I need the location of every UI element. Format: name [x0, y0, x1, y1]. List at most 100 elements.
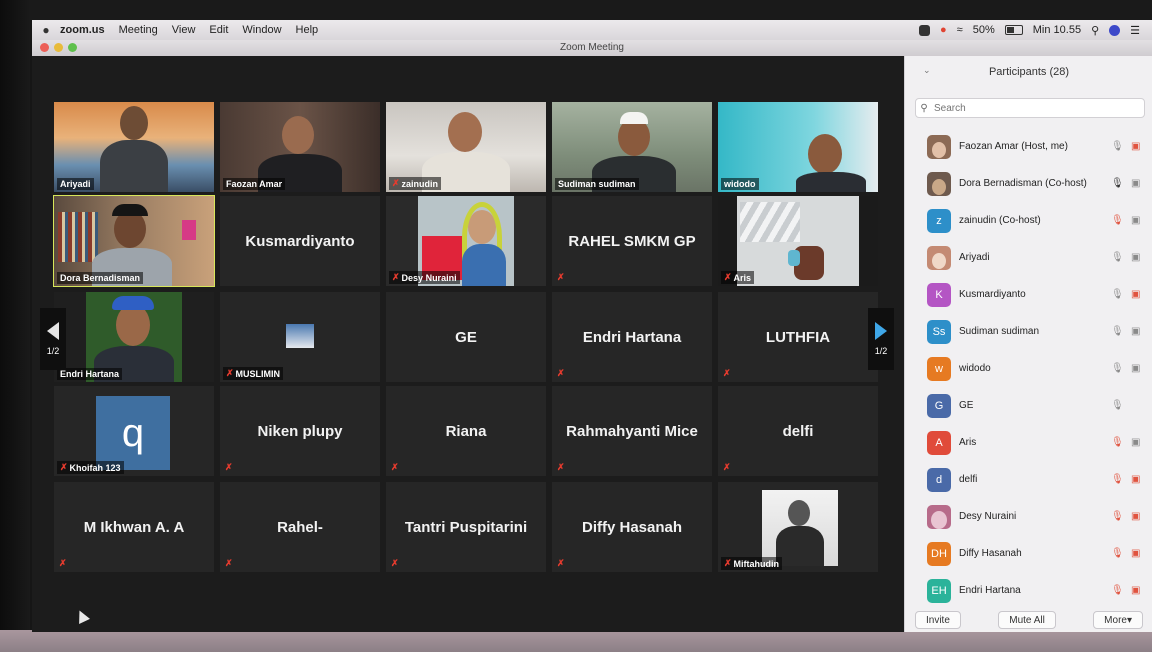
video-tile[interactable]: ✗ Aris — [718, 196, 878, 286]
video-off-icon[interactable]: ▣ — [1131, 585, 1140, 596]
video-icon[interactable]: ▣ — [1131, 252, 1140, 263]
next-page-button[interactable]: 1/2 — [868, 308, 894, 370]
video-tile[interactable]: delfi ✗ — [718, 386, 878, 476]
video-tile[interactable]: GE — [386, 292, 546, 382]
video-tile[interactable]: Endri Hartana — [54, 292, 214, 382]
participant-search[interactable]: ⚲ — [915, 98, 1145, 118]
invite-button[interactable]: Invite — [915, 611, 961, 629]
video-icon[interactable]: ▣ — [1131, 215, 1140, 226]
tile-display-name: Rahmahyanti Mice — [566, 422, 698, 440]
minimize-icon[interactable] — [54, 43, 63, 52]
mic-icon[interactable]: 🎙 — [1111, 141, 1124, 152]
chevron-right-icon — [875, 322, 887, 340]
more-button[interactable]: More ▾ — [1093, 611, 1143, 629]
tile-name-label: Ariyadi — [57, 178, 94, 190]
video-tile[interactable]: ✗ zainudin — [386, 102, 546, 192]
recording-icon[interactable]: ● — [940, 24, 947, 36]
participant-row[interactable]: G GE 🎙 — [905, 387, 1152, 424]
mic-icon[interactable]: 🎙 — [1111, 400, 1124, 411]
participant-row[interactable]: Ss Sudiman sudiman 🎙 ▣ — [905, 313, 1152, 350]
participant-row[interactable]: d delfi 🎙 ▣ — [905, 461, 1152, 498]
participant-face — [116, 304, 150, 346]
apple-icon[interactable]: ● — [32, 23, 60, 37]
video-tile[interactable]: ✗ Miftahudin — [718, 482, 878, 572]
video-off-icon[interactable]: ▣ — [1131, 474, 1140, 485]
mic-muted-icon[interactable]: 🎙 — [1111, 474, 1124, 485]
previous-page-button[interactable]: 1/2 — [40, 308, 66, 370]
participant-row[interactable]: DH Diffy Hasanah 🎙 ▣ — [905, 535, 1152, 572]
video-tile[interactable]: Diffy Hasanah ✗ — [552, 482, 712, 572]
close-icon[interactable] — [40, 43, 49, 52]
video-icon[interactable]: ▣ — [1131, 437, 1140, 448]
chevron-down-icon[interactable]: ⌄ — [923, 65, 931, 76]
video-tile[interactable]: q ✗ Khoifah 123 — [54, 386, 214, 476]
mic-icon[interactable]: 🎙 — [1111, 289, 1124, 300]
video-tile[interactable]: LUTHFIA ✗ — [718, 292, 878, 382]
battery-icon[interactable] — [1004, 25, 1023, 35]
mic-icon[interactable]: 🎙 — [1111, 326, 1124, 337]
video-tile[interactable]: Tantri Puspitarini ✗ — [386, 482, 546, 572]
video-tile[interactable]: Sudiman sudiman — [552, 102, 712, 192]
video-tile[interactable]: Niken plupy ✗ — [220, 386, 380, 476]
mic-icon[interactable]: 🎙 — [1111, 178, 1124, 189]
video-off-icon[interactable]: ▣ — [1131, 289, 1140, 300]
video-tile[interactable]: ✗ MUSLIMIN — [220, 292, 380, 382]
wifi-icon[interactable]: ≈ — [957, 24, 963, 36]
participant-row[interactable]: w widodo 🎙 ▣ — [905, 350, 1152, 387]
video-tile[interactable]: M Ikhwan A. A ✗ — [54, 482, 214, 572]
tile-name-label: ✗ zainudin — [389, 177, 442, 190]
mic-icon[interactable]: 🎙 — [1111, 252, 1124, 263]
mic-icon[interactable]: 🎙 — [1111, 363, 1124, 374]
clock[interactable]: Min 10.55 — [1033, 24, 1081, 36]
mic-muted-icon[interactable]: 🎙 — [1111, 585, 1124, 596]
zoom-status-icon[interactable] — [919, 24, 931, 36]
video-tile[interactable]: widodo — [718, 102, 878, 192]
video-off-icon[interactable]: ▣ — [1131, 511, 1140, 522]
participant-row[interactable]: Ariyadi 🎙 ▣ — [905, 239, 1152, 276]
menu-window[interactable]: Window — [242, 24, 281, 36]
video-icon[interactable]: ▣ — [1131, 178, 1140, 189]
mic-muted-icon[interactable]: 🎙 — [1111, 548, 1124, 559]
video-tile[interactable]: Ariyadi — [54, 102, 214, 192]
participant-name: delfi — [959, 474, 978, 485]
menu-help[interactable]: Help — [296, 24, 319, 36]
mic-muted-icon: ✗ — [557, 462, 565, 472]
participant-row[interactable]: Dora Bernadisman (Co-host) 🎙 ▣ — [905, 165, 1152, 202]
menu-app-name[interactable]: zoom.us — [60, 24, 105, 36]
mute-all-button[interactable]: Mute All — [998, 611, 1056, 629]
video-tile[interactable]: ✗ Desy Nuraini — [386, 196, 546, 286]
video-icon[interactable]: ▣ — [1131, 363, 1140, 374]
video-tile[interactable]: Riana ✗ — [386, 386, 546, 476]
spotlight-icon[interactable]: ⚲ — [1091, 24, 1099, 37]
notification-center-icon[interactable]: ☰ — [1130, 24, 1140, 37]
video-tile[interactable]: Kusmardiyanto — [220, 196, 380, 286]
participant-row[interactable]: Desy Nuraini 🎙 ▣ — [905, 498, 1152, 535]
mic-muted-icon[interactable]: 🎙 — [1111, 511, 1124, 522]
participant-row[interactable]: EH Endri Hartana 🎙 ▣ — [905, 572, 1152, 608]
mic-muted-icon: ✗ — [557, 558, 565, 568]
fullscreen-icon[interactable] — [68, 43, 77, 52]
mic-muted-icon: ✗ — [391, 558, 399, 568]
video-tile[interactable]: Rahel- ✗ — [220, 482, 380, 572]
video-off-icon[interactable]: ▣ — [1131, 141, 1140, 152]
participant-row[interactable]: z zainudin (Co-host) 🎙 ▣ — [905, 202, 1152, 239]
video-icon[interactable]: ▣ — [1131, 326, 1140, 337]
blue-object — [788, 250, 800, 266]
menu-edit[interactable]: Edit — [209, 24, 228, 36]
avatar: EH — [927, 578, 951, 603]
search-input[interactable] — [932, 101, 1136, 115]
menu-view[interactable]: View — [172, 24, 196, 36]
mic-muted-icon[interactable]: 🎙 — [1111, 215, 1124, 226]
video-off-icon[interactable]: ▣ — [1131, 548, 1140, 559]
participant-row[interactable]: A Aris 🎙 ▣ — [905, 424, 1152, 461]
participant-row[interactable]: Faozan Amar (Host, me) 🎙 ▣ — [905, 128, 1152, 165]
menu-meeting[interactable]: Meeting — [119, 24, 158, 36]
video-tile[interactable]: Rahmahyanti Mice ✗ — [552, 386, 712, 476]
video-tile[interactable]: Endri Hartana ✗ — [552, 292, 712, 382]
mic-muted-icon[interactable]: 🎙 — [1111, 437, 1124, 448]
participant-row[interactable]: K Kusmardiyanto 🎙 ▣ — [905, 276, 1152, 313]
video-tile[interactable]: Faozan Amar — [220, 102, 380, 192]
siri-icon[interactable] — [1109, 24, 1121, 36]
video-tile[interactable]: RAHEL SMKM GP ✗ — [552, 196, 712, 286]
video-tile-active-speaker[interactable]: Dora Bernadisman — [53, 195, 215, 287]
